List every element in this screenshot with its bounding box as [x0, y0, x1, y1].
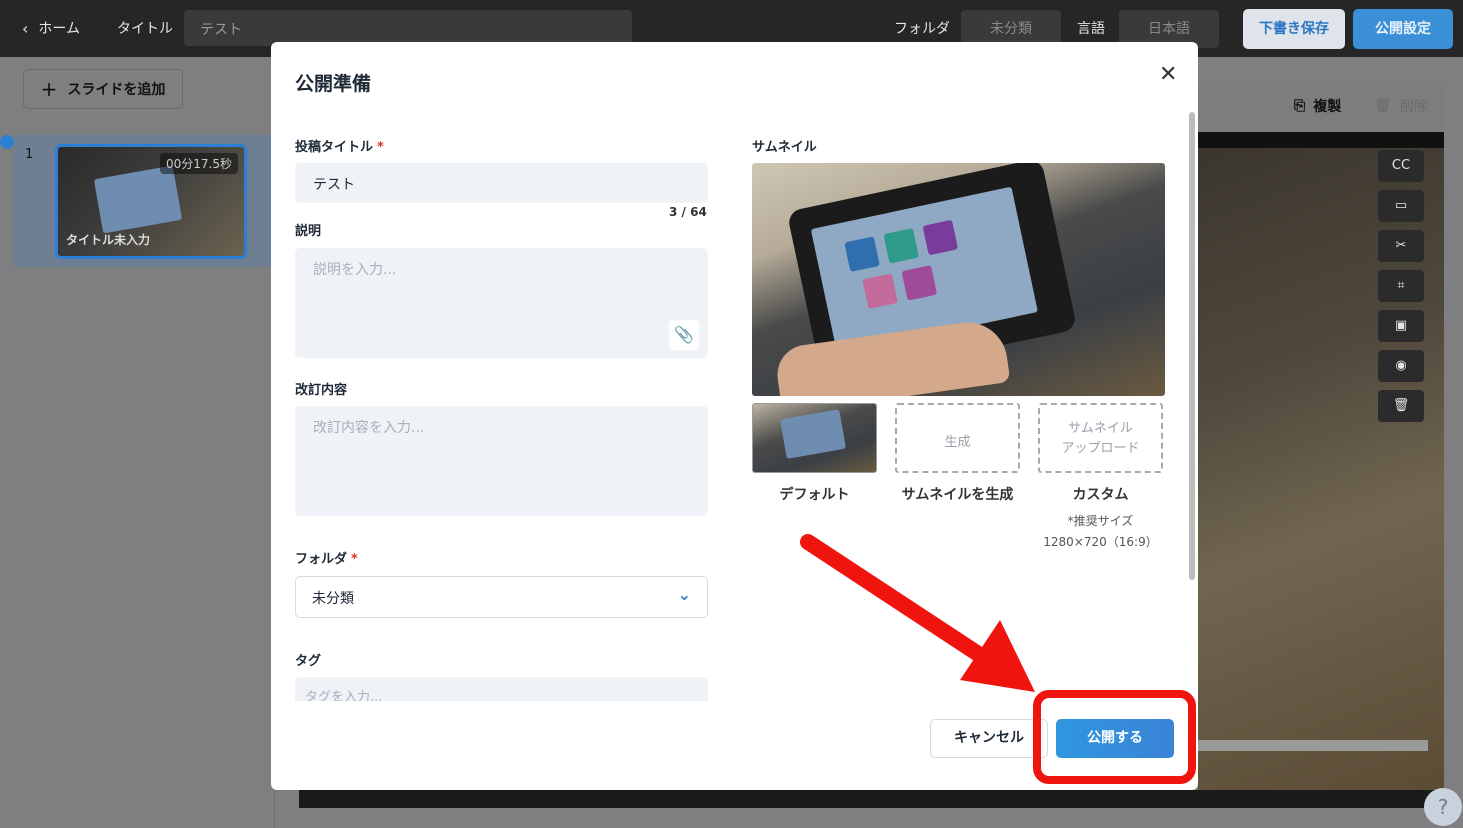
tag-input[interactable]: タグを入力...	[295, 677, 708, 701]
slide-title: タイトル未入力	[66, 233, 151, 247]
chevron-left-icon: ‹	[22, 18, 29, 38]
modal-scrollbar[interactable]	[1189, 112, 1195, 580]
title-input[interactable]: テスト	[184, 10, 632, 46]
description-label: 説明	[295, 224, 322, 239]
scissors-icon[interactable]: ✂	[1378, 230, 1424, 262]
thumbnail-option-generate[interactable]: 生成	[895, 403, 1020, 473]
add-slide-label: スライドを追加	[67, 82, 166, 98]
slide-panel: + スライドを追加 1 00分17.5秒 タイトル未入力	[0, 57, 275, 828]
copy-button[interactable]: ⎘ 複製	[1294, 96, 1341, 116]
video-top-bar	[1198, 132, 1444, 148]
back-home-label: ホーム	[38, 21, 80, 37]
slide-thumbnail-screen	[93, 165, 183, 234]
folder-dropdown[interactable]: 未分類 ⌄	[295, 576, 708, 618]
thumbnail-option-default-label: デフォルト	[779, 487, 850, 503]
cancel-button[interactable]: キャンセル	[930, 719, 1048, 758]
tag-label: タグ	[295, 654, 322, 669]
publish-settings-button[interactable]: 公開設定	[1353, 9, 1453, 49]
red-arrow-annotation	[800, 534, 1035, 692]
chevron-down-icon: ⌄	[677, 585, 691, 604]
video-bottom-bar	[299, 790, 1445, 808]
copy-icon: ⎘	[1294, 98, 1306, 114]
post-title-input[interactable]: テスト	[295, 163, 708, 203]
thumbnail-option-custom-label: カスタム	[1072, 487, 1129, 503]
trash-icon: 🗑	[1374, 98, 1392, 114]
upload-text: サムネイル アップロード	[1061, 421, 1140, 456]
thumbnail-label: サムネイル	[752, 140, 817, 155]
thumbnail-preview	[752, 163, 1165, 396]
slide-duration: 00分17.5秒	[160, 153, 238, 174]
plus-icon: +	[40, 77, 58, 101]
timeline-scrubber[interactable]	[1196, 740, 1428, 751]
thumbnail-option-generate-label: サムネイルを生成	[901, 487, 1014, 503]
tag-placeholder: タグを入力...	[305, 690, 383, 701]
help-button[interactable]: ?	[1424, 788, 1462, 826]
recommended-size-note: *推奨サイズ	[1067, 514, 1134, 528]
subtitle-icon[interactable]: ▭	[1378, 190, 1424, 222]
revision-placeholder: 改訂内容を入力...	[313, 420, 425, 436]
slide-thumbnail[interactable]: 00分17.5秒 タイトル未入力	[55, 144, 247, 259]
revision-label: 改訂内容	[295, 383, 348, 398]
camera-icon[interactable]: ◉	[1378, 350, 1424, 382]
folder-field-label: フォルダ *	[295, 552, 358, 567]
revision-input[interactable]: 改訂内容を入力...	[295, 406, 708, 516]
thumbnail-option-default[interactable]	[752, 403, 877, 473]
copy-label: 複製	[1313, 99, 1342, 115]
add-slide-button[interactable]: + スライドを追加	[23, 69, 183, 109]
title-label: タイトル	[117, 21, 173, 37]
delete-label: 削除	[1399, 99, 1428, 115]
description-input[interactable]: 説明を入力...	[295, 248, 708, 358]
slide-indicator-dot	[0, 135, 14, 149]
delete-button[interactable]: 🗑 削除	[1374, 96, 1428, 116]
back-home-link[interactable]: ‹ ホーム	[22, 18, 80, 38]
folder-dropdown-value: 未分類	[312, 591, 354, 607]
paperclip-icon[interactable]: 📎	[669, 320, 699, 350]
folder-label: フォルダ	[894, 21, 950, 37]
caption-icon[interactable]: CC	[1378, 150, 1424, 182]
save-draft-button[interactable]: 下書き保存	[1243, 9, 1345, 49]
publish-button-highlight	[1033, 690, 1196, 784]
trash-tool-icon[interactable]: 🗑	[1378, 390, 1424, 422]
close-icon[interactable]: ✕	[1159, 62, 1177, 87]
description-placeholder: 説明を入力...	[313, 262, 397, 278]
image-icon[interactable]: ▣	[1378, 310, 1424, 342]
modal-title: 公開準備	[295, 73, 372, 95]
post-title-label: 投稿タイトル *	[295, 140, 384, 155]
thumbnail-option-upload[interactable]: サムネイル アップロード	[1038, 403, 1163, 473]
language-label: 言語	[1077, 21, 1105, 37]
slide-number: 1	[25, 147, 34, 162]
post-title-counter: 3 / 64	[669, 205, 707, 219]
crop-icon[interactable]: ⌗	[1378, 270, 1424, 302]
